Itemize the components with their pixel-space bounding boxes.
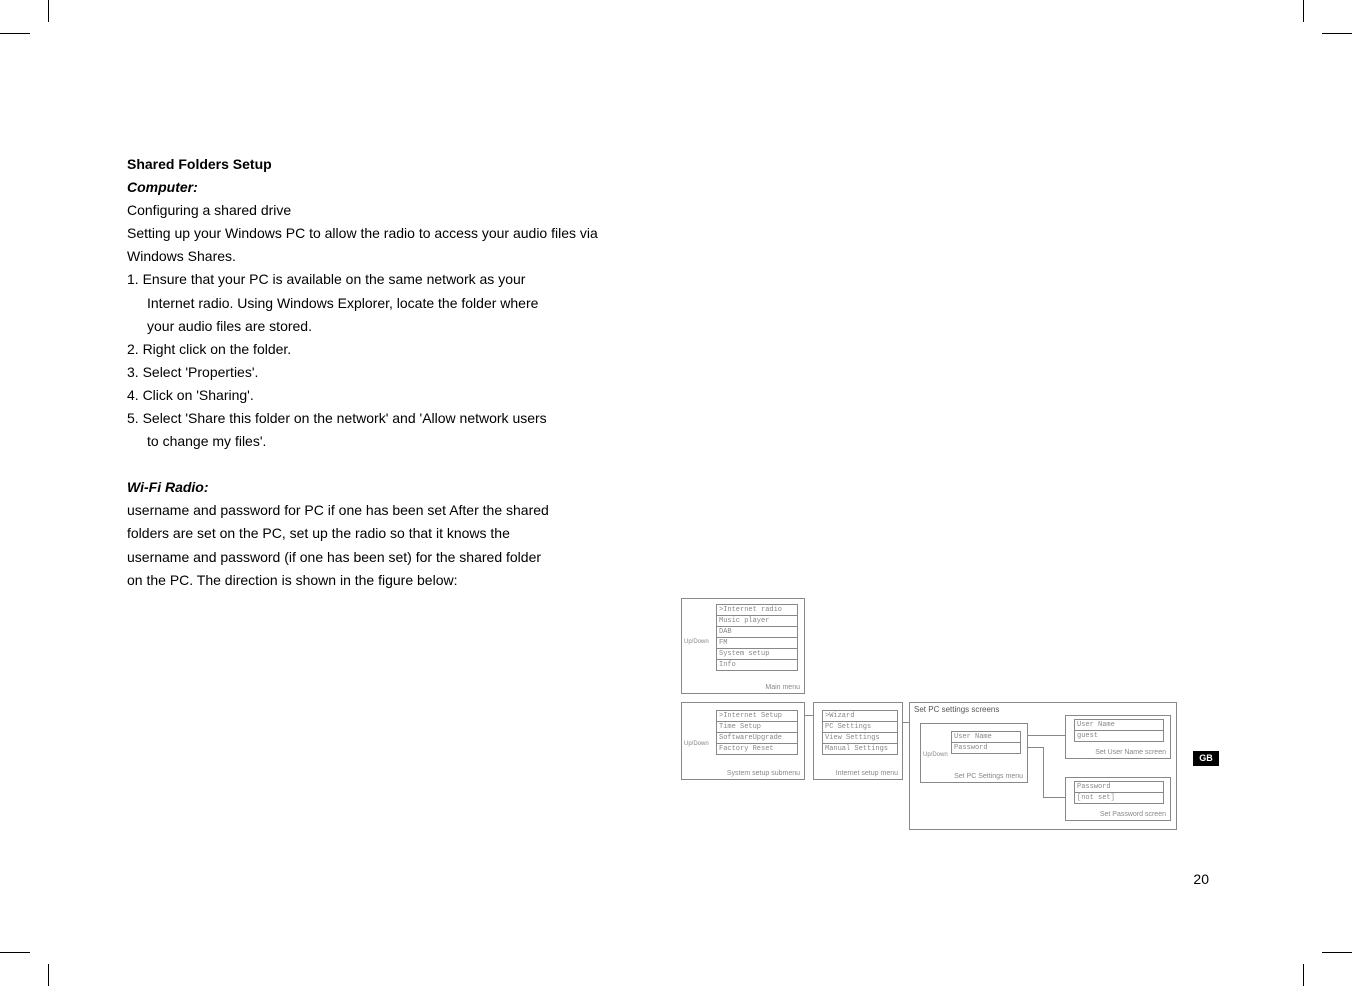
crop-mark: [0, 952, 30, 953]
crop-mark: [48, 0, 49, 22]
text: username and password for PC if one has …: [127, 499, 657, 522]
menu-item: Manual Settings: [822, 743, 898, 755]
menu-label: System setup submenu: [727, 770, 800, 777]
step1: 1. Ensure that your PC is available on t…: [127, 268, 657, 291]
crop-mark: [1322, 952, 1352, 953]
menu-label: Main menu: [765, 684, 800, 691]
menu-item: Info: [716, 659, 798, 671]
password-screen: Password [not set] Set Password screen: [1065, 777, 1171, 821]
main-menu-container: Up/Down >Internet radio Music player DAB…: [681, 598, 805, 694]
menu-label: Internet setup menu: [836, 770, 898, 777]
menu-item: Password: [951, 742, 1021, 754]
username-screen: User Name guest Set User Name screen: [1065, 715, 1171, 759]
text: Configuring a shared drive: [127, 199, 657, 222]
section2-title: Wi-Fi Radio:: [127, 476, 657, 499]
gb-tab: GB: [1193, 751, 1219, 766]
step4: 4. Click on 'Sharing'.: [127, 384, 657, 407]
internet-setup-container: >Wizard PC Settings View Settings Manual…: [813, 702, 903, 780]
menu-item: guest: [1074, 730, 1164, 742]
crop-mark: [1303, 0, 1304, 22]
section1-title: Computer:: [127, 176, 657, 199]
step3: 3. Select 'Properties'.: [127, 361, 657, 384]
crop-mark: [48, 964, 49, 986]
menu-label: Set Password screen: [1100, 811, 1166, 818]
flow-diagram: Up/Down >Internet radio Music player DAB…: [677, 598, 1177, 843]
menu-label: Set PC Settings menu: [954, 773, 1023, 780]
heading: Shared Folders Setup: [127, 153, 657, 176]
text: Setting up your Windows PC to allow the …: [127, 222, 657, 268]
menu-label: Set User Name screen: [1095, 749, 1166, 756]
step2: 2. Right click on the folder.: [127, 338, 657, 361]
pc-settings-menu: Up/Down User Name Password Set PC Settin…: [920, 723, 1028, 783]
updown-label: Up/Down: [684, 741, 704, 747]
page-number: 20: [1193, 871, 1209, 887]
updown-label: Up/Down: [923, 752, 943, 758]
step1: Internet radio. Using Windows Explorer, …: [127, 292, 657, 315]
step1: your audio files are stored.: [127, 315, 657, 338]
menu-item: Factory Reset: [716, 743, 798, 755]
updown-label: Up/Down: [684, 639, 704, 645]
pc-settings-title: Set PC settings screens: [914, 705, 999, 714]
crop-mark: [0, 33, 30, 34]
system-setup-container: Up/Down >Internet Setup Time Setup Softw…: [681, 702, 805, 780]
text: folders are set on the PC, set up the ra…: [127, 522, 657, 545]
text: on the PC. The direction is shown in the…: [127, 569, 657, 592]
step5: to change my files'.: [127, 430, 657, 453]
pc-settings-container: Set PC settings screens Up/Down User Nam…: [909, 702, 1177, 830]
text: username and password (if one has been s…: [127, 546, 657, 569]
step5: 5. Select 'Share this folder on the netw…: [127, 407, 657, 430]
crop-mark: [1303, 964, 1304, 986]
menu-item: [not set]: [1074, 792, 1164, 804]
crop-mark: [1322, 33, 1352, 34]
document-body: Shared Folders Setup Computer: Configuri…: [127, 153, 657, 592]
